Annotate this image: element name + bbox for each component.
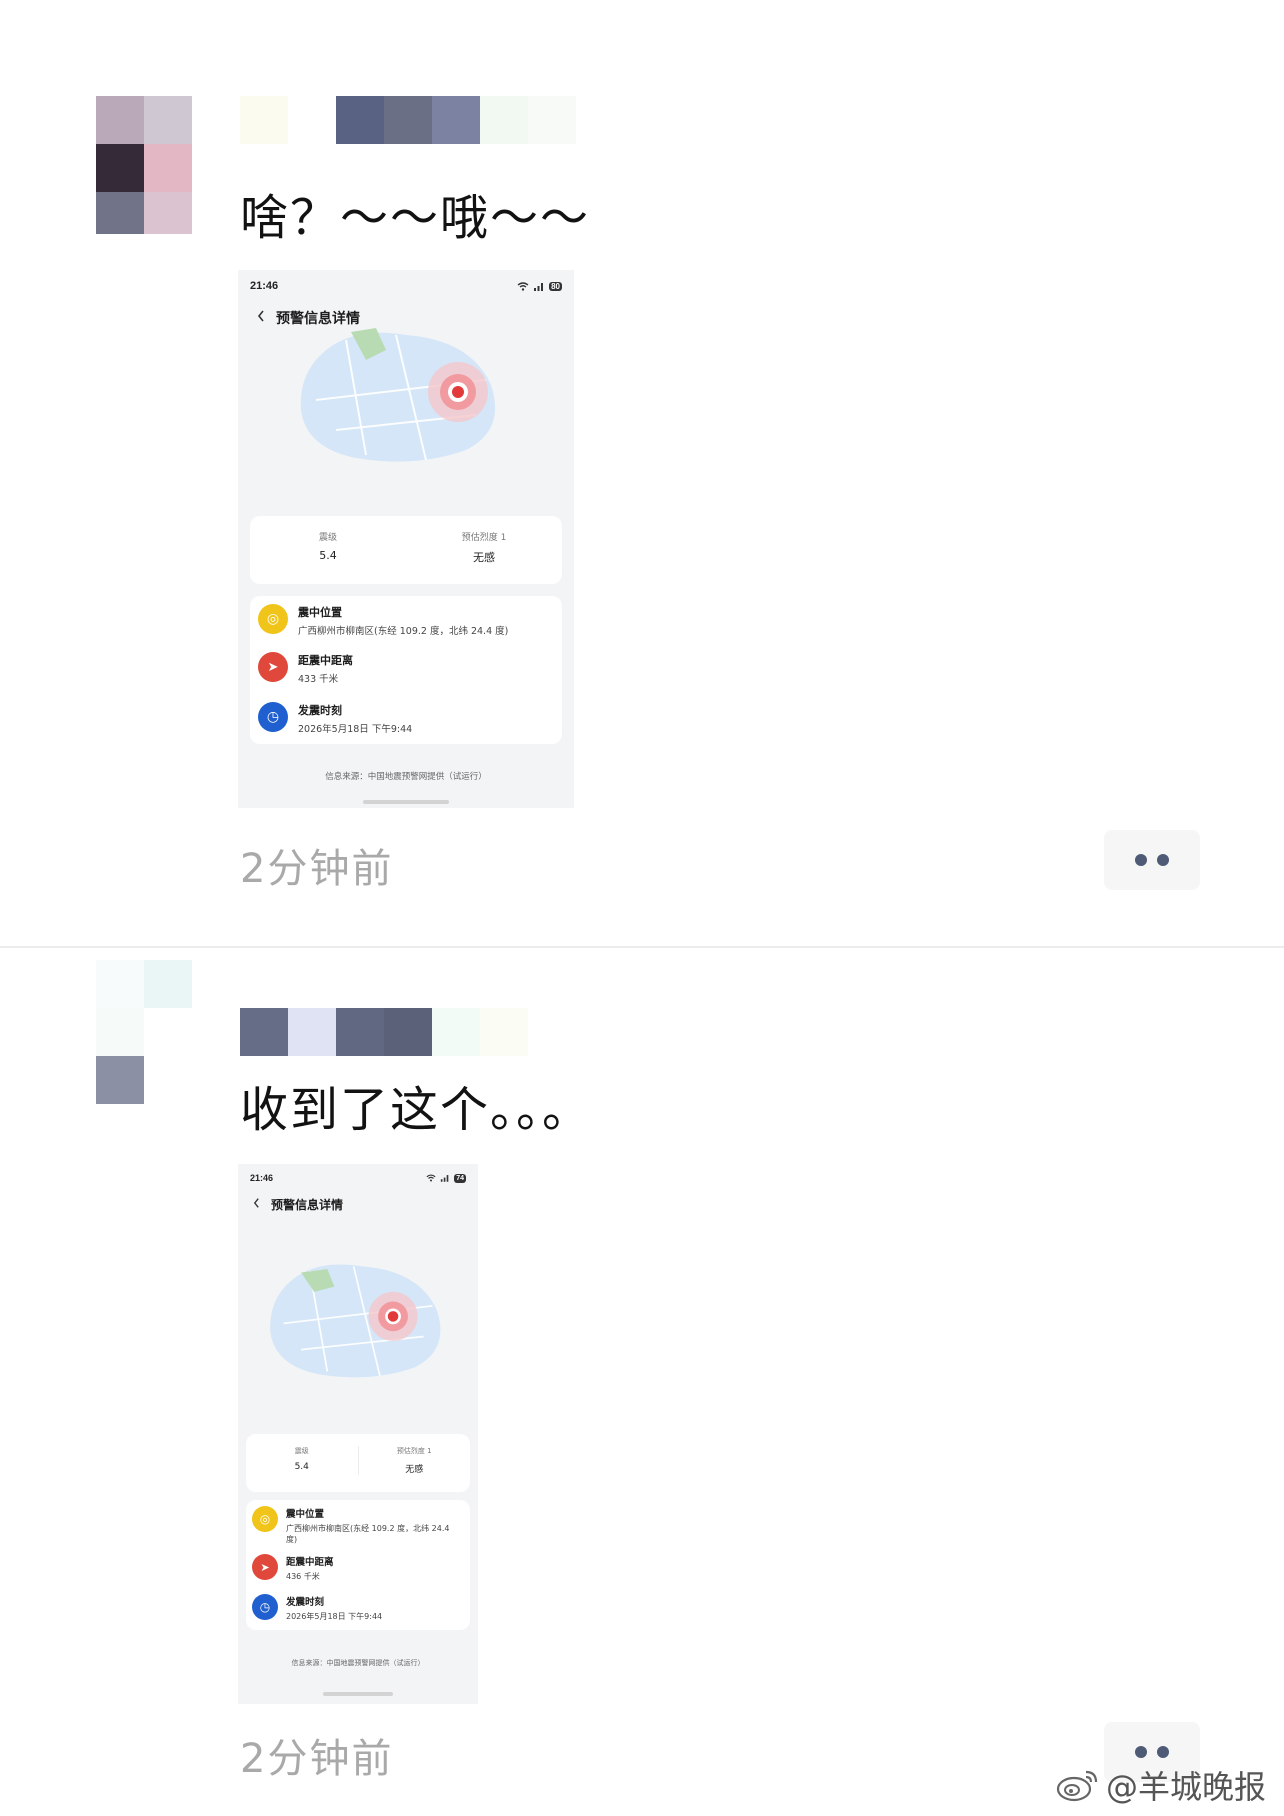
status-bar: 21:46 80: [238, 270, 574, 294]
magnitude-stat: 震级 5.4: [250, 530, 406, 565]
chevron-left-icon[interactable]: [256, 309, 266, 327]
user-name[interactable]: [240, 96, 576, 144]
post-image[interactable]: 21:46 74 预警信息详情 震级 5.4 预估烈度 1 无感 ◎ 震中位置 …: [238, 1164, 478, 1704]
signal-icon: [534, 282, 544, 291]
post-text: 啥？～～哦～～: [240, 190, 591, 246]
intensity-stat: 预估烈度 1 无感: [359, 1446, 471, 1475]
source-note: 信息来源：中国地震预警网提供（试运行）: [291, 1659, 425, 1667]
intensity-value: 无感: [473, 551, 495, 564]
user-name[interactable]: [240, 1008, 528, 1056]
clock-icon: ◷: [258, 702, 288, 732]
screen-title: 预警信息详情: [271, 1198, 344, 1212]
clock-icon: ◷: [252, 1594, 278, 1620]
weibo-logo-icon: [1056, 1770, 1098, 1802]
distance-row: ➤ 距震中距离 436 千米: [252, 1554, 462, 1582]
magnitude-value: 5.4: [319, 549, 337, 562]
stats-card: 震级 5.4 预估烈度 1 无感: [246, 1434, 470, 1492]
location-icon: ◎: [252, 1506, 278, 1532]
avatar[interactable]: [96, 96, 192, 234]
status-clock: 21:46: [250, 280, 279, 292]
location-icon: ◎: [258, 604, 288, 634]
more-dots-icon: [1135, 854, 1147, 866]
more-dots-icon: [1135, 1746, 1147, 1758]
home-indicator: [363, 800, 449, 804]
signal-icon: [441, 1175, 449, 1182]
wifi-icon: [426, 1174, 436, 1182]
home-indicator: [323, 1692, 393, 1696]
watermark: @羊城晚报: [1056, 1762, 1266, 1808]
chevron-left-icon[interactable]: [252, 1197, 261, 1212]
magnitude-value: 5.4: [294, 1462, 309, 1472]
time-row: ◷ 发震时刻 2026年5月18日 下午9:44: [252, 1594, 462, 1622]
post-time: 2分钟前: [240, 846, 394, 892]
epicenter-row: ◎ 震中位置 广西柳州市柳南区(东经 109.2 度，北纬 24.4 度): [258, 604, 554, 637]
magnitude-stat: 震级 5.4: [246, 1446, 359, 1475]
navigation-icon: ➤: [252, 1554, 278, 1580]
details-card: ◎ 震中位置 广西柳州市柳南区(东经 109.2 度，北纬 24.4 度) ➤ …: [250, 596, 562, 744]
more-dot: [1157, 1746, 1169, 1758]
post-time: 2分钟前: [240, 1736, 394, 1782]
intensity-stat: 预估烈度 1 无感: [406, 530, 562, 565]
status-bar: 21:46 74: [238, 1164, 478, 1184]
map-view: [300, 328, 496, 462]
status-clock: 21:46: [250, 1173, 274, 1183]
time-row: ◷ 发震时刻 2026年5月18日 下午9:44: [258, 702, 554, 735]
stats-card: 震级 5.4 预估烈度 1 无感: [250, 516, 562, 584]
distance-row: ➤ 距震中距离 433 千米: [258, 652, 554, 685]
more-dot: [1157, 854, 1169, 866]
watermark-text: @羊城晚报: [1106, 1768, 1267, 1806]
wifi-icon: [517, 281, 529, 291]
intensity-value: 无感: [405, 1465, 424, 1475]
battery-level: 74: [454, 1173, 466, 1183]
avatar[interactable]: [96, 960, 192, 1104]
map-view: [270, 1264, 441, 1378]
details-card: ◎ 震中位置 广西柳州市柳南区(东经 109.2 度，北纬 24.4 度) ➤ …: [246, 1500, 470, 1630]
moment-post: 收到了这个。。。 21:46 74 预警信息详情 震级 5.4 预估烈度 1 无…: [0, 948, 1284, 1816]
post-image[interactable]: 21:46 80 预警信息详情 震级 5.4 预估烈度 1 无感 ◎ 震中位置 …: [238, 270, 574, 808]
epicenter-row: ◎ 震中位置 广西柳州市柳南区(东经 109.2 度，北纬 24.4 度): [252, 1506, 462, 1545]
moment-post: 啥？～～哦～～ 21:46 80 预警信息详情 震级 5.4 预估烈度 1 无感…: [0, 0, 1284, 946]
source-note: 信息来源：中国地震预警网提供（试运行）: [325, 772, 487, 782]
battery-level: 80: [549, 281, 562, 291]
navigation-icon: ➤: [258, 652, 288, 682]
screen-header: 预警信息详情: [238, 1196, 478, 1213]
post-text: 收到了这个。。。: [240, 1082, 593, 1138]
more-button[interactable]: [1104, 830, 1200, 890]
